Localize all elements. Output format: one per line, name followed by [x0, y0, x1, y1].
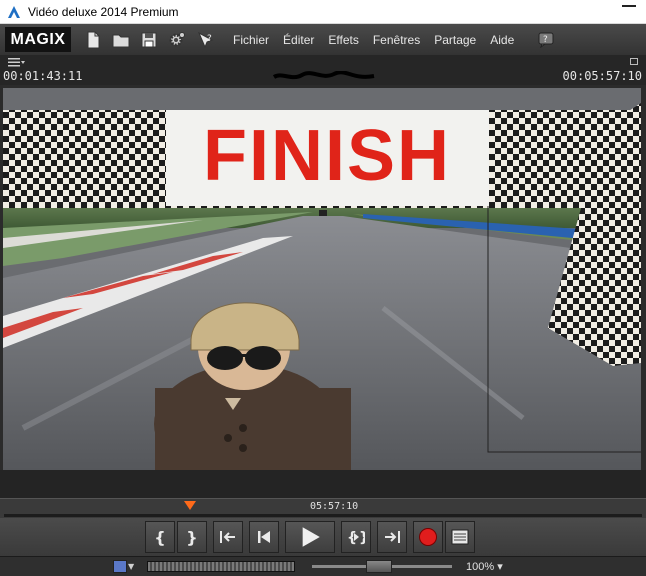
context-help-icon: ?: [197, 31, 214, 48]
new-document-icon: [87, 31, 100, 48]
zoom-level[interactable]: 100% ▾: [466, 560, 503, 573]
gear-icon: [169, 31, 185, 46]
chevron-down-icon[interactable]: ▼: [128, 562, 134, 571]
play-selection-button[interactable]: {}: [341, 521, 371, 553]
go-to-mark-out-icon: [385, 531, 400, 543]
timecode-total: 00:05:57:10: [562, 69, 642, 83]
status-bar: ▼ 100% ▾: [0, 556, 646, 576]
skip-back-icon: [258, 531, 270, 543]
app-window: Vidéo deluxe 2014 Premium MAGIX ? Fichie…: [0, 0, 646, 576]
mark-out-icon: }: [186, 527, 198, 547]
playhead-marker[interactable]: [184, 501, 196, 510]
open-folder-button[interactable]: [111, 30, 131, 50]
video-preview[interactable]: FINISH: [3, 88, 641, 470]
performance-icon[interactable]: [113, 560, 127, 573]
context-help-button[interactable]: ?: [195, 30, 215, 50]
go-to-mark-in-button[interactable]: [213, 521, 243, 553]
minimize-button[interactable]: [622, 4, 636, 7]
timeline-position: 05:57:10: [310, 501, 359, 512]
menu-partage[interactable]: Partage: [434, 33, 476, 47]
timeline-track[interactable]: [4, 514, 642, 517]
preview-menu-icon[interactable]: [8, 57, 26, 67]
maximize-preview-icon[interactable]: [630, 58, 638, 65]
mark-in-button[interactable]: {: [145, 521, 175, 553]
svg-text:}: }: [359, 530, 365, 546]
menu-fenetres[interactable]: Fenêtres: [373, 33, 420, 47]
go-to-mark-in-icon: [220, 531, 235, 543]
save-icon: [141, 32, 157, 47]
timecode-current: 00:01:43:11: [3, 69, 83, 83]
play-button[interactable]: [285, 521, 335, 553]
menu-fichier[interactable]: Fichier: [233, 33, 269, 47]
timeline-bar[interactable]: 05:57:10: [0, 498, 646, 518]
svg-text:?: ?: [207, 34, 212, 44]
previous-button[interactable]: [249, 521, 279, 553]
list-view-button[interactable]: [445, 521, 475, 553]
zoom-value: 100%: [466, 561, 495, 573]
jog-wheel[interactable]: [147, 561, 295, 572]
magix-logo: MAGIX: [5, 27, 71, 52]
open-folder-icon: [112, 34, 130, 47]
preview-header: 00:01:43:11 00:05:57:10: [0, 55, 646, 85]
window-title: Vidéo deluxe 2014 Premium: [28, 4, 179, 19]
menu-editer[interactable]: Éditer: [283, 33, 314, 47]
play-selection-icon: {}: [347, 530, 365, 546]
settings-button[interactable]: [167, 30, 187, 50]
title-bar: Vidéo deluxe 2014 Premium: [0, 0, 646, 24]
finish-banner-text: FINISH: [202, 115, 451, 196]
list-icon: [451, 529, 469, 545]
mark-out-button[interactable]: }: [177, 521, 207, 553]
menu-bar: MAGIX ? Fichier Éditer Effets Fenêtres P…: [0, 24, 646, 55]
preview-bottom-bar: [0, 470, 646, 498]
mark-in-icon: {: [154, 527, 166, 547]
record-button[interactable]: [413, 521, 443, 553]
menu-aide[interactable]: Aide: [490, 33, 514, 47]
go-to-mark-out-button[interactable]: [377, 521, 407, 553]
save-button[interactable]: [139, 30, 159, 50]
zoom-slider-thumb[interactable]: [366, 560, 392, 573]
new-document-button[interactable]: [83, 30, 103, 50]
transport-controls: { } {}: [0, 518, 646, 556]
help-bubble-icon[interactable]: ?: [538, 32, 554, 48]
svg-text:?: ?: [543, 35, 548, 45]
menu-effets[interactable]: Effets: [328, 33, 358, 47]
redacted-scribble: [272, 71, 375, 80]
record-icon: [419, 528, 437, 546]
play-icon: [302, 527, 320, 547]
app-icon: [8, 5, 20, 18]
